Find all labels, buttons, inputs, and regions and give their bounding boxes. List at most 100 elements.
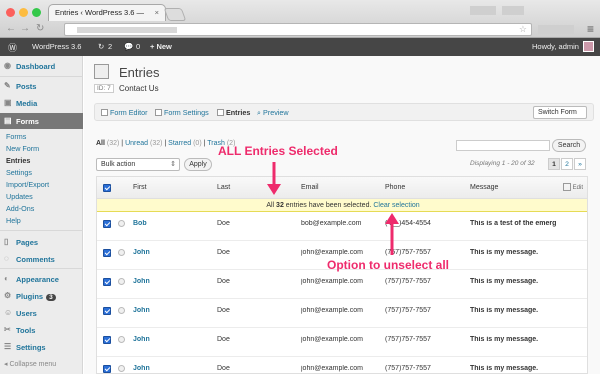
- search-button[interactable]: Search: [552, 139, 586, 152]
- new-tab-button[interactable]: [163, 8, 187, 21]
- dashboard-icon: ◉: [4, 61, 11, 70]
- submenu-add-ons[interactable]: Add-Ons: [6, 204, 34, 213]
- star-icon[interactable]: [118, 365, 125, 372]
- browser-menu-icon[interactable]: ≡: [587, 22, 594, 36]
- search-input[interactable]: [456, 140, 550, 151]
- sidebar-item-users[interactable]: ☺ Users: [0, 305, 83, 321]
- form-settings-link[interactable]: Form Settings: [155, 108, 209, 117]
- cell-last: Doe: [217, 336, 230, 343]
- minimize-window-icon[interactable]: [19, 8, 28, 17]
- address-bar[interactable]: ☆: [64, 23, 532, 36]
- filter-all[interactable]: All: [96, 140, 105, 147]
- cell-first[interactable]: John: [133, 278, 150, 285]
- entries-link[interactable]: Entries: [217, 108, 250, 117]
- reload-icon[interactable]: ↻: [36, 23, 44, 35]
- star-icon[interactable]: [118, 278, 125, 285]
- select-all-checkbox[interactable]: [103, 184, 111, 192]
- filter-unread[interactable]: Unread: [125, 140, 148, 147]
- col-last[interactable]: Last: [217, 184, 230, 191]
- submenu-forms[interactable]: Forms: [6, 132, 26, 141]
- table-row[interactable]: John Doe john@example.com (757)757-7557 …: [97, 328, 587, 357]
- star-icon[interactable]: [118, 307, 125, 314]
- posts-icon: ✎: [4, 81, 11, 90]
- sidebar-item-comments[interactable]: ◌ Comments: [0, 251, 83, 267]
- cell-first[interactable]: John: [133, 365, 150, 372]
- submenu-updates[interactable]: Updates: [6, 192, 33, 201]
- table-row[interactable]: John Doe john@example.com (757)757-7557 …: [97, 299, 587, 328]
- appearance-icon: ◐: [4, 274, 9, 283]
- bookmark-star-icon[interactable]: ☆: [519, 24, 527, 35]
- table-row[interactable]: Bob Doe bob@example.com (4__)454-4554 Th…: [97, 212, 587, 241]
- site-name-link[interactable]: WordPress 3.6: [32, 42, 81, 51]
- cell-message: This is a test of the emerg: [470, 220, 557, 227]
- cell-first[interactable]: John: [133, 307, 150, 314]
- cell-first[interactable]: John: [133, 336, 150, 343]
- edit-columns-button[interactable]: Edit: [562, 183, 583, 191]
- cell-email: john@example.com: [301, 278, 363, 285]
- form-editor-link[interactable]: Form Editor: [101, 108, 148, 117]
- star-icon[interactable]: [118, 336, 125, 343]
- submenu-new-form[interactable]: New Form: [6, 144, 39, 153]
- annotation-unselect: Option to unselect all: [327, 258, 450, 272]
- table-row[interactable]: John Doe john@example.com (757)757-7557 …: [97, 270, 587, 299]
- sidebar-item-dashboard[interactable]: ◉ Dashboard: [0, 58, 83, 74]
- row-checkbox[interactable]: [103, 220, 111, 228]
- col-email[interactable]: Email: [301, 184, 319, 191]
- close-window-icon[interactable]: [6, 8, 15, 17]
- sidebar-item-posts[interactable]: ✎ Posts: [0, 78, 83, 94]
- preview-link[interactable]: ⌕ Preview: [257, 108, 289, 118]
- forms-icon: ▤: [4, 116, 12, 125]
- forms-page-icon: [94, 64, 109, 79]
- sidebar-item-plugins[interactable]: ⚙ Plugins 3: [0, 288, 83, 304]
- col-phone[interactable]: Phone: [385, 184, 405, 191]
- maximize-window-icon[interactable]: [32, 8, 41, 17]
- new-content-link[interactable]: + New: [150, 42, 172, 51]
- star-icon[interactable]: [118, 249, 125, 256]
- cell-first[interactable]: John: [133, 249, 150, 256]
- next-page-link[interactable]: »: [574, 158, 586, 170]
- row-checkbox[interactable]: [103, 336, 111, 344]
- table-header: First Last Email Phone Message Edit: [97, 177, 587, 199]
- howdy-link[interactable]: Howdy, admin: [532, 42, 579, 51]
- avatar[interactable]: [583, 41, 594, 52]
- browser-chrome: Entries ‹ WordPress 3.6 — × ← → ↻ ☆ ≡: [0, 0, 600, 38]
- switch-form-button[interactable]: Switch Form: [533, 106, 587, 119]
- tab-close-icon[interactable]: ×: [155, 8, 159, 17]
- cell-email: john@example.com: [301, 336, 363, 343]
- sidebar-item-pages[interactable]: ▯ Pages: [0, 234, 83, 250]
- row-checkbox[interactable]: [103, 307, 111, 315]
- submenu-settings[interactable]: Settings: [6, 168, 32, 177]
- comments-count[interactable]: 0: [136, 42, 140, 51]
- forward-icon[interactable]: →: [20, 23, 30, 35]
- filter-starred[interactable]: Starred: [168, 140, 191, 147]
- cell-first[interactable]: Bob: [133, 220, 147, 227]
- cell-last: Doe: [217, 249, 230, 256]
- row-checkbox[interactable]: [103, 365, 111, 373]
- col-first[interactable]: First: [133, 184, 147, 191]
- sidebar-item-tools[interactable]: ✂ Tools: [0, 322, 83, 338]
- wordpress-icon[interactable]: Ⓦ: [8, 41, 17, 54]
- submenu-import-export[interactable]: Import/Export: [6, 180, 49, 189]
- table-row[interactable]: John Doe john@example.com (757)757-7557 …: [97, 357, 587, 373]
- col-message[interactable]: Message: [470, 184, 498, 191]
- back-icon[interactable]: ←: [6, 23, 16, 35]
- submenu-entries[interactable]: Entries: [6, 156, 30, 165]
- star-icon[interactable]: [118, 220, 125, 227]
- sidebar-item-forms[interactable]: ▤ Forms: [0, 113, 83, 129]
- collapse-menu-button[interactable]: ◂ Collapse menu: [4, 360, 56, 368]
- row-checkbox[interactable]: [103, 278, 111, 286]
- clear-selection-link[interactable]: Clear selection: [373, 202, 419, 209]
- sidebar-item-media[interactable]: ▣ Media: [0, 95, 83, 111]
- row-checkbox[interactable]: [103, 249, 111, 257]
- updates-count[interactable]: 2: [108, 42, 112, 51]
- sidebar-item-appearance[interactable]: ◐ Appearance: [0, 271, 83, 287]
- sidebar-item-settings[interactable]: ☰ Settings: [0, 339, 83, 355]
- browser-tab[interactable]: Entries ‹ WordPress 3.6 — ×: [48, 4, 166, 21]
- bulk-action-select[interactable]: Bulk action ⇕: [96, 158, 180, 171]
- apply-button[interactable]: Apply: [184, 158, 212, 171]
- blurred-region: [502, 6, 524, 15]
- comments-icon[interactable]: 💬: [124, 42, 133, 51]
- page-2-link[interactable]: 2: [561, 158, 573, 170]
- submenu-help[interactable]: Help: [6, 216, 21, 225]
- updates-icon[interactable]: ↻: [98, 42, 104, 51]
